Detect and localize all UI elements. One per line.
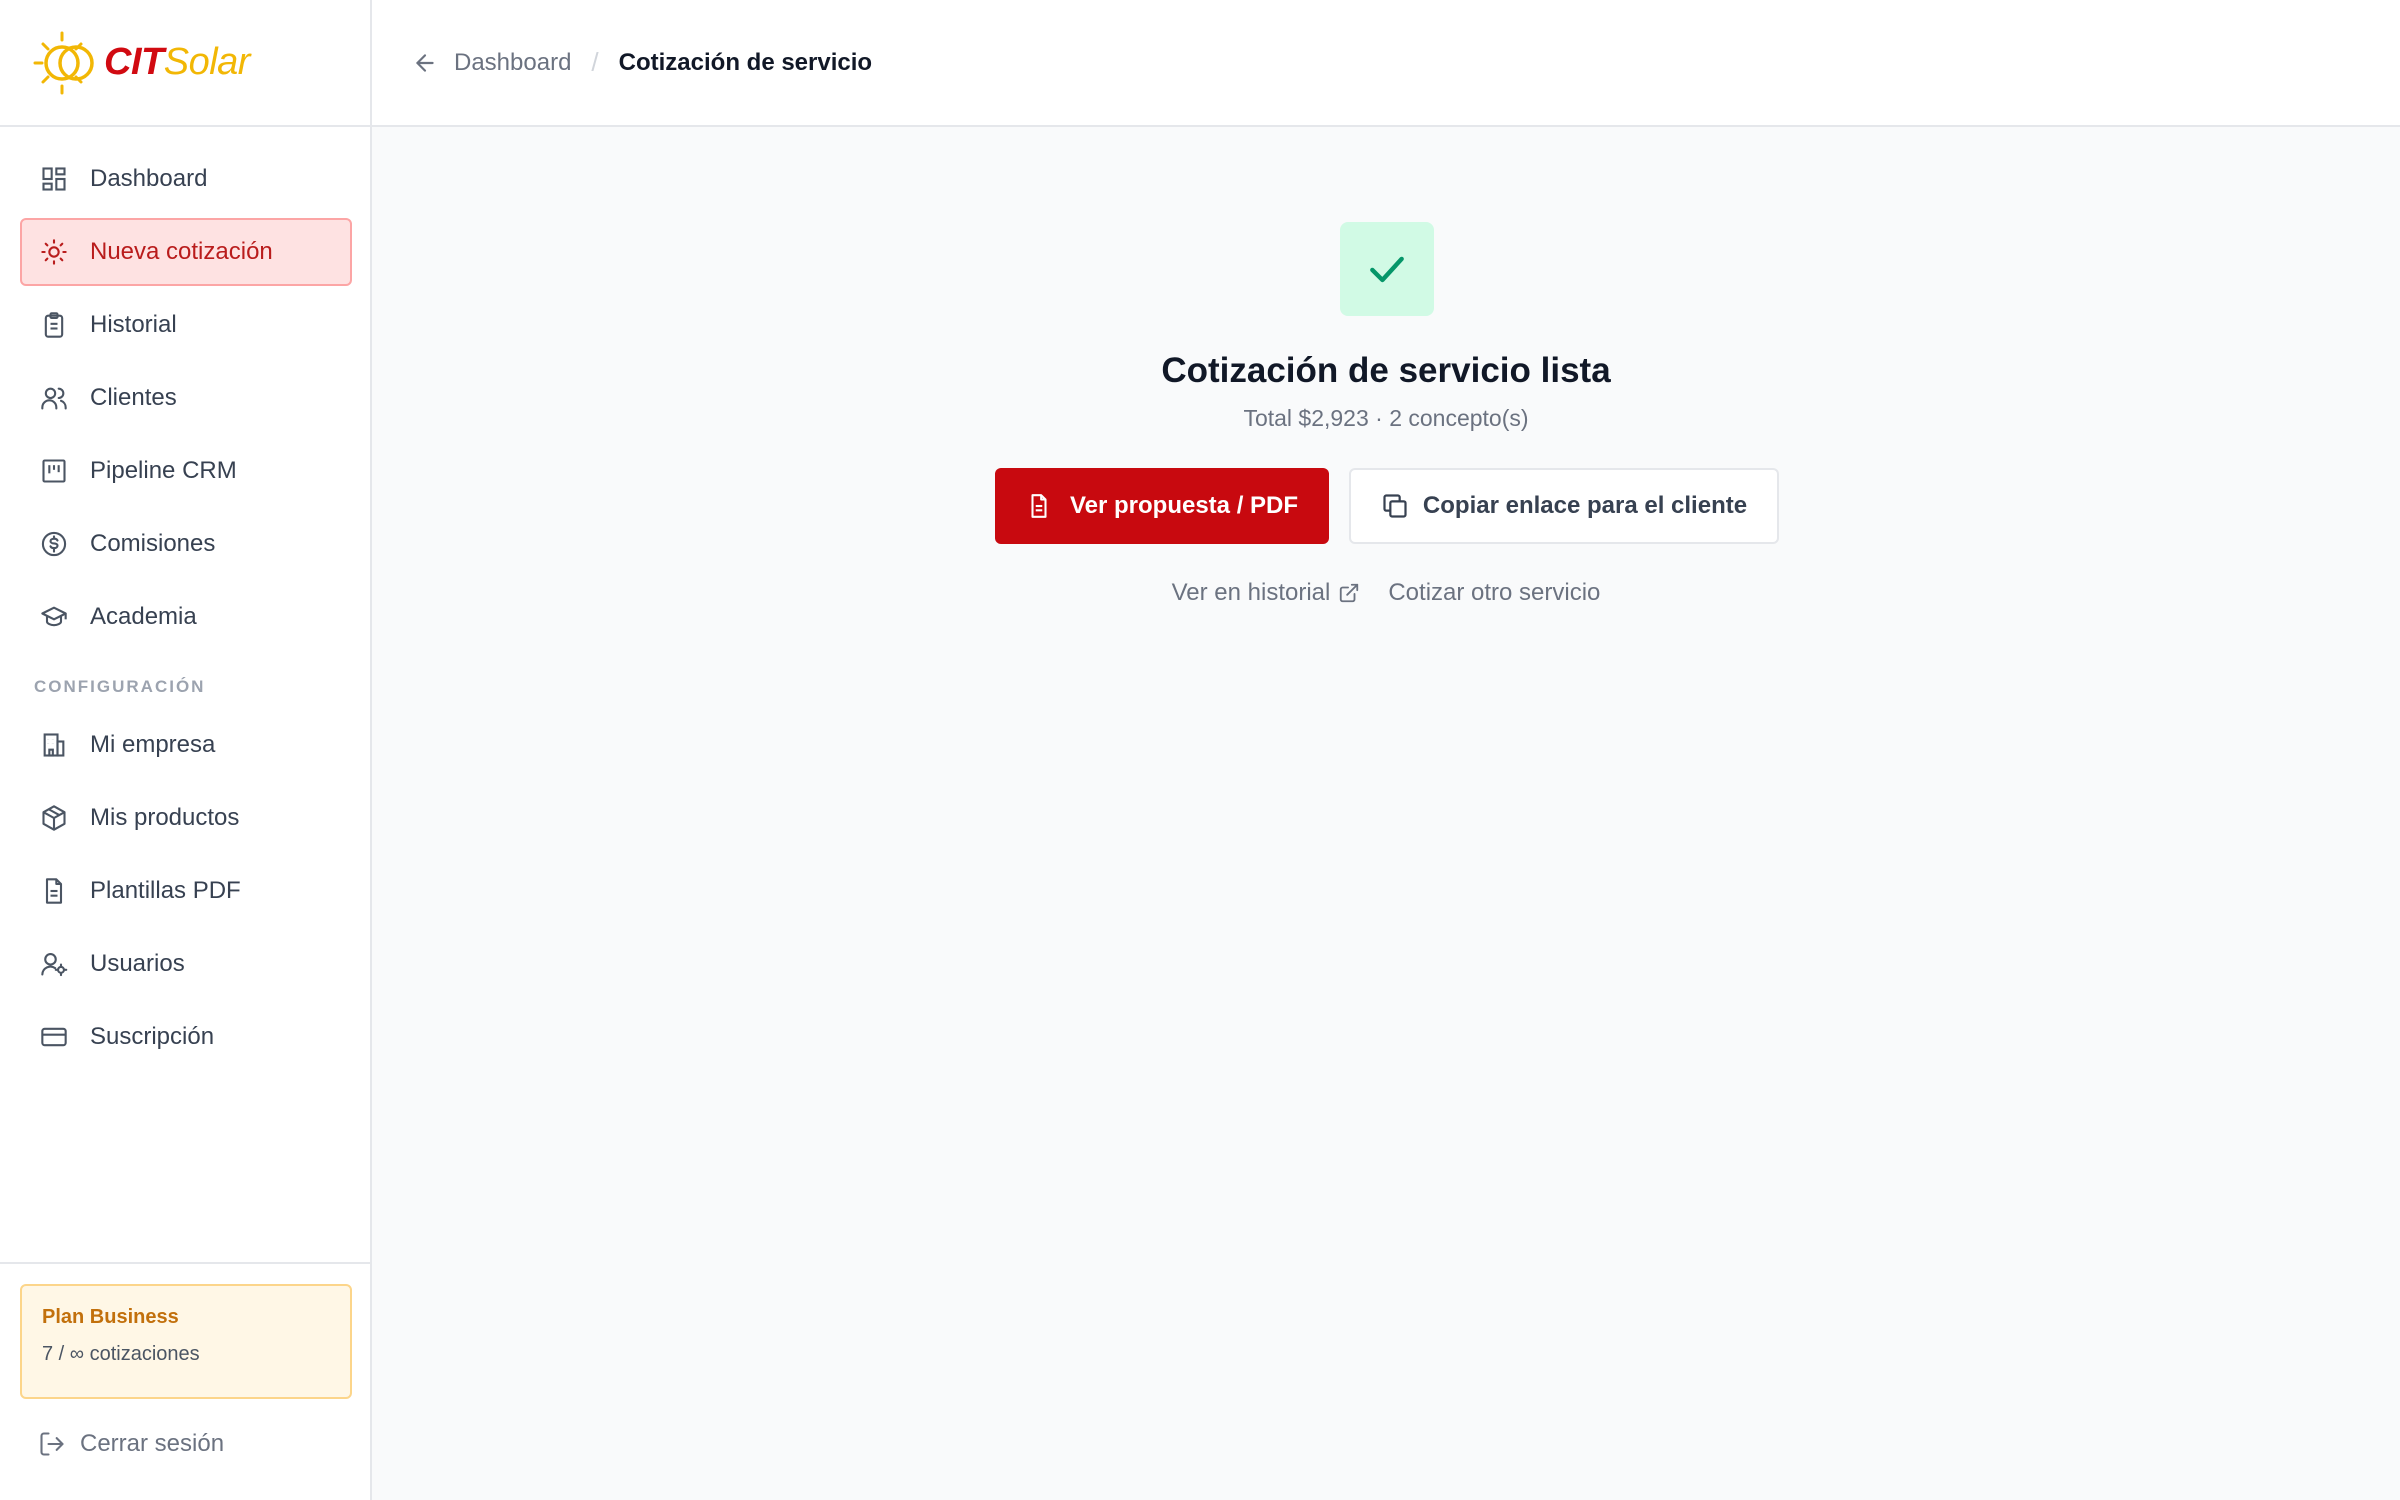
- logo-text-solar: Solar: [163, 41, 251, 83]
- sidebar-item-label: Clientes: [90, 384, 177, 411]
- copy-icon: [1383, 494, 1407, 518]
- plan-card[interactable]: Plan Business 7 / ∞ cotizaciones: [20, 1284, 352, 1399]
- main-content: Cotización de servicio lista Total $2,92…: [372, 129, 2400, 1500]
- file-icon: [1031, 494, 1047, 518]
- sidebar-item-historial[interactable]: Historial: [20, 291, 352, 359]
- sidebar-item-label: Pipeline CRM: [90, 457, 237, 484]
- sidebar-item-mis-productos[interactable]: Mis productos: [20, 784, 352, 852]
- view-proposal-pdf-button[interactable]: Ver propuesta / PDF: [995, 468, 1329, 544]
- breadcrumb-back-link[interactable]: Dashboard: [412, 49, 571, 77]
- view-in-history-label: Ver en historial: [1171, 579, 1331, 606]
- sidebar-item-label: Academia: [90, 603, 197, 630]
- sidebar-item-label: Mis productos: [90, 804, 240, 831]
- sidebar-divider: [0, 1262, 372, 1264]
- sidebar-item-label: Dashboard: [90, 165, 208, 192]
- view-proposal-pdf-label: Ver propuesta / PDF: [1069, 492, 1299, 519]
- sidebar-item-plantillas-pdf[interactable]: Plantillas PDF: [20, 857, 352, 925]
- sun-icon: [40, 238, 68, 266]
- user-cog-icon: [40, 950, 68, 978]
- quote-another-service-label: Cotizar otro servicio: [1388, 579, 1601, 606]
- credit-card-icon: [40, 1023, 68, 1051]
- success-badge: [1340, 222, 1434, 316]
- sidebar-item-usuarios[interactable]: Usuarios: [20, 930, 352, 998]
- sidebar-item-label: Plantillas PDF: [90, 877, 241, 904]
- sidebar-item-label: Comisiones: [90, 530, 216, 557]
- logout-label: Cerrar sesión: [80, 1430, 225, 1457]
- sidebar-item-dashboard[interactable]: Dashboard: [20, 145, 352, 213]
- sidebar-item-label: Nueva cotización: [90, 238, 273, 265]
- sidebar-item-clientes[interactable]: Clientes: [20, 364, 352, 432]
- sidebar: CITSolar Dashboard Nueva cotización Hist…: [0, 0, 372, 1500]
- logout-button[interactable]: Cerrar sesión: [38, 1430, 224, 1458]
- sidebar-item-label: Suscripción: [90, 1023, 215, 1050]
- copy-client-link-label: Copiar enlace para el cliente: [1422, 492, 1748, 519]
- breadcrumb-dashboard: Dashboard: [454, 48, 572, 76]
- sidebar-item-academia[interactable]: Academia: [20, 583, 352, 651]
- logo[interactable]: CITSolar: [0, 0, 370, 127]
- sidebar-item-label: Usuarios: [90, 950, 185, 977]
- dollar-circle-icon: [40, 530, 68, 558]
- plan-usage: 7 / ∞ cotizaciones: [42, 1343, 200, 1365]
- page-title: Cotización de servicio lista: [1161, 351, 1611, 390]
- view-in-history-link[interactable]: Ver en historial: [1172, 579, 1361, 607]
- breadcrumb-current: Cotización de servicio: [618, 48, 873, 76]
- section-label-configuracion: CONFIGURACIÓN: [34, 677, 206, 696]
- plan-title: Plan Business: [42, 1306, 179, 1328]
- breadcrumb-separator: /: [591, 47, 599, 77]
- building-icon: [40, 731, 68, 759]
- sidebar-item-suscripcion[interactable]: Suscripción: [20, 1003, 352, 1071]
- logout-icon: [40, 1432, 64, 1456]
- sidebar-item-comisiones[interactable]: Comisiones: [20, 510, 352, 578]
- graduation-cap-icon: [40, 603, 68, 631]
- sidebar-item-pipeline-crm[interactable]: Pipeline CRM: [20, 437, 352, 505]
- secondary-links: Ver en historial Cotizar otro servicio: [372, 579, 2400, 607]
- file-text-icon: [40, 877, 68, 905]
- topbar: Dashboard / Cotización de servicio: [372, 0, 2400, 127]
- clipboard-icon: [40, 311, 68, 339]
- copy-client-link-button[interactable]: Copiar enlace para el cliente: [1349, 468, 1779, 544]
- kanban-icon: [40, 457, 68, 485]
- users-icon: [40, 384, 68, 412]
- package-icon: [40, 804, 68, 832]
- quote-summary: Total $2,923 · 2 concepto(s): [1243, 405, 1529, 431]
- sidebar-nav: Dashboard Nueva cotización Historial Cli…: [20, 145, 352, 1076]
- check-icon: [1370, 256, 1404, 283]
- sidebar-item-mi-empresa[interactable]: Mi empresa: [20, 711, 352, 779]
- sun-logo-icon: [33, 31, 94, 94]
- sidebar-item-label: Historial: [90, 311, 177, 338]
- sidebar-item-label: Mi empresa: [90, 731, 216, 758]
- external-link-icon: [1340, 583, 1359, 603]
- logo-text-cit: CIT: [104, 41, 164, 83]
- sidebar-item-nueva-cotizacion[interactable]: Nueva cotización: [20, 218, 352, 286]
- quote-another-service-link[interactable]: Cotizar otro servicio: [1388, 579, 1600, 607]
- arrow-left-icon: [416, 53, 434, 72]
- dashboard-icon: [40, 165, 68, 193]
